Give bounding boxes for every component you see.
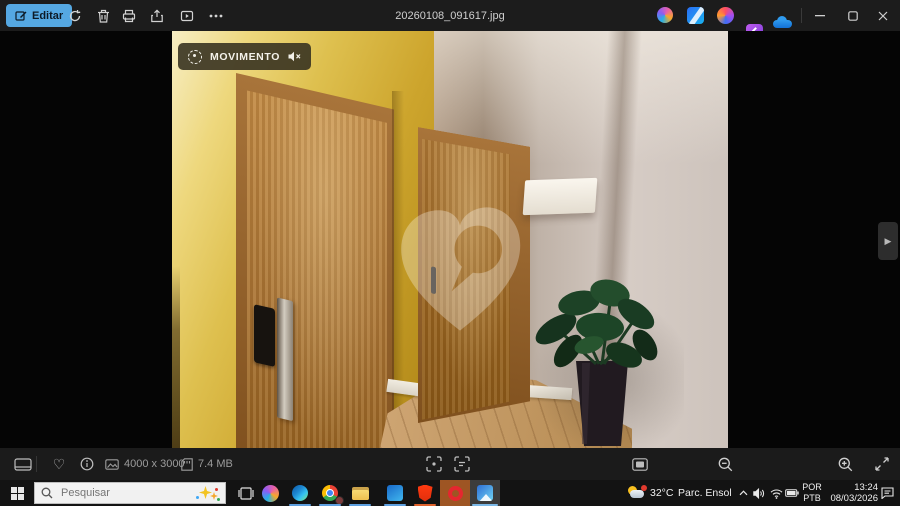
language-indicator[interactable]: POR PTB: [802, 482, 822, 504]
photo-canvas[interactable]: MOVIMENTO: [172, 31, 728, 448]
weather-alert-badge: [641, 485, 647, 491]
door-handle-bar: [277, 297, 293, 421]
titlebar-divider: [801, 8, 802, 23]
favorite-heart-icon[interactable]: ♡: [48, 448, 70, 480]
mute-icon[interactable]: [288, 51, 301, 62]
fullscreen-icon[interactable]: [870, 448, 894, 480]
clock-date: 08/03/2026: [830, 493, 878, 504]
zoom-in-icon[interactable]: [834, 448, 856, 480]
taskbar-file-explorer[interactable]: [345, 480, 375, 506]
maximize-button[interactable]: [836, 0, 870, 31]
visual-search-icon[interactable]: [450, 448, 474, 480]
tray-chevron-up-icon[interactable]: [736, 480, 750, 506]
photo-stage: MOVIMENTO ▶: [0, 31, 900, 448]
search-icon: [41, 487, 53, 499]
dimensions-icon: [103, 448, 121, 480]
file-size: 7.4 MB: [198, 448, 233, 480]
left-edge-shadow: [172, 266, 180, 448]
language-code: POR: [802, 482, 822, 493]
taskbar-app-blue-box[interactable]: [380, 480, 410, 506]
taskbar-search[interactable]: [34, 482, 226, 504]
motion-label: MOVIMENTO: [210, 51, 280, 63]
next-image-button[interactable]: ▶: [878, 222, 898, 260]
minimize-button[interactable]: [803, 0, 837, 31]
volume-icon[interactable]: [751, 480, 767, 506]
status-bar: ♡ 4000 x 3000 7.4 MB 21%: [0, 448, 900, 480]
filesize-icon: [178, 448, 196, 480]
taskbar-photos-active[interactable]: [470, 480, 500, 506]
motion-icon: [188, 50, 202, 64]
wall-fixture: [523, 178, 598, 215]
copilot-sparkles-icon: [193, 484, 219, 502]
door-left-panel: [247, 91, 387, 448]
taskbar: 32°C Parc. Ensol POR PTB 13:24 08/03/202…: [0, 480, 900, 506]
paint-icon[interactable]: [717, 7, 734, 24]
network-icon[interactable]: [768, 480, 784, 506]
door-smart-lock: [254, 304, 275, 367]
filmstrip-toggle-icon[interactable]: [10, 448, 36, 480]
taskbar-brave[interactable]: [410, 480, 440, 506]
copilot-icon[interactable]: [657, 7, 673, 23]
photos-app-window: Editar 20260108_091617.jpg: [0, 0, 900, 506]
windows-logo-icon: [11, 487, 24, 500]
onedrive-icon[interactable]: [773, 7, 790, 24]
start-button[interactable]: [0, 480, 34, 506]
clock-time: 13:24: [854, 482, 878, 493]
fit-to-window-icon[interactable]: [628, 448, 652, 480]
title-bar: Editar 20260108_091617.jpg: [0, 0, 900, 31]
taskbar-copilot[interactable]: [255, 480, 285, 506]
potted-plant: [524, 259, 674, 448]
taskbar-clock[interactable]: 13:24 08/03/2026: [822, 482, 878, 504]
weather-icon[interactable]: [626, 480, 648, 506]
keyboard-layout: PTB: [803, 493, 821, 504]
action-center-icon[interactable]: [878, 480, 896, 506]
info-icon[interactable]: [76, 448, 98, 480]
door-left: [236, 73, 394, 448]
statusbar-divider: [36, 456, 37, 472]
window-title: 20260108_091617.jpg: [0, 0, 900, 31]
next-arrow-icon: ▶: [885, 236, 892, 247]
close-button[interactable]: [866, 0, 900, 31]
taskbar-opera[interactable]: [440, 480, 470, 506]
taskbar-chrome[interactable]: [315, 480, 345, 506]
taskbar-edge[interactable]: [285, 480, 315, 506]
zoom-to-fill-icon[interactable]: [422, 448, 446, 480]
weather-temperature[interactable]: 32°C: [650, 480, 673, 506]
zoom-out-icon[interactable]: [714, 448, 736, 480]
heart-watermark: [390, 193, 530, 345]
weather-condition[interactable]: Parc. Ensol: [678, 480, 732, 506]
search-input[interactable]: [59, 486, 171, 500]
motion-photo-badge[interactable]: MOVIMENTO: [178, 43, 311, 70]
designer-icon[interactable]: [687, 7, 704, 24]
battery-icon[interactable]: [784, 480, 800, 506]
image-dimensions: 4000 x 3000: [124, 448, 185, 480]
